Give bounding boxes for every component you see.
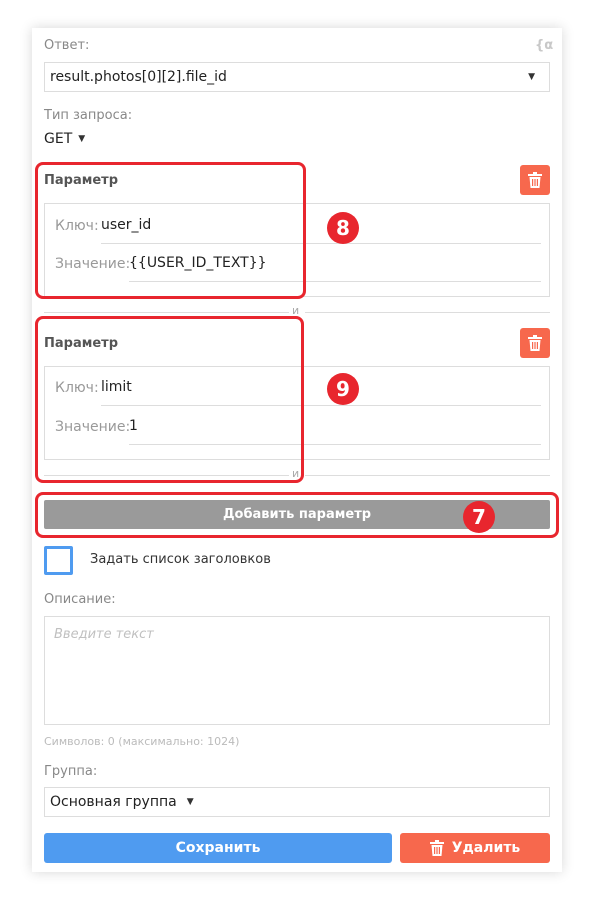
response-select-value: result.photos[0][2].file_id — [50, 69, 227, 85]
chevron-down-icon: ▼ — [78, 134, 86, 144]
param-2-delete-button[interactable] — [520, 328, 550, 358]
separator-line — [305, 475, 550, 476]
delete-button[interactable]: Удалить — [400, 833, 550, 863]
param-1-delete-button[interactable] — [520, 165, 550, 195]
description-label: Описание: — [44, 592, 116, 607]
annotation-highlight-param-1 — [35, 162, 306, 299]
headers-checkbox[interactable] — [44, 546, 73, 575]
annotation-highlight-param-2 — [35, 316, 304, 483]
annotation-badge-7: 7 — [463, 501, 495, 533]
delete-button-label: Удалить — [451, 840, 521, 856]
response-label: Ответ: — [44, 38, 90, 53]
trash-icon — [528, 335, 542, 351]
response-select[interactable]: result.photos[0][2].file_id ▼ — [44, 62, 550, 92]
request-type-value: GET — [44, 131, 73, 147]
headers-checkbox-label[interactable]: Задать список заголовков — [90, 552, 271, 567]
request-type-label: Тип запроса: — [44, 108, 133, 123]
group-label: Группа: — [44, 764, 98, 779]
request-type-select[interactable]: GET ▼ — [44, 131, 85, 147]
separator-line — [44, 312, 289, 313]
trash-icon — [429, 840, 444, 856]
save-button[interactable]: Сохранить — [44, 833, 392, 863]
chevron-down-icon: ▼ — [186, 797, 194, 807]
alpha-icon[interactable]: {α — [535, 38, 553, 53]
trash-icon — [528, 172, 542, 188]
description-char-counter: Символов: 0 (максимально: 1024) — [44, 735, 240, 748]
group-select[interactable]: Основная группа ▼ — [44, 787, 550, 817]
group-select-value: Основная группа — [50, 794, 177, 810]
chevron-down-icon: ▼ — [528, 72, 535, 82]
annotation-badge-9: 9 — [327, 373, 359, 405]
annotation-badge-8: 8 — [327, 212, 359, 244]
description-textarea[interactable]: Введите текст — [44, 616, 550, 725]
separator-line — [305, 312, 550, 313]
